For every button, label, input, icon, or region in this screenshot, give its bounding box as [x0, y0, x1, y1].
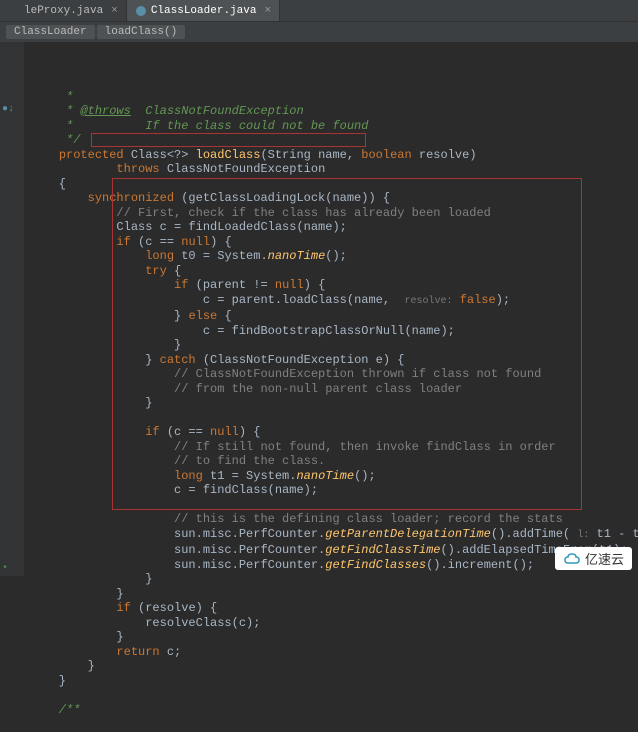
- implement-icon[interactable]: ●↓: [2, 104, 14, 115]
- crumb-class[interactable]: ClassLoader: [6, 25, 95, 39]
- gutter[interactable]: ●↓ •: [0, 42, 24, 576]
- editor-tabs: leProxy.java × ClassLoader.java ×: [0, 0, 638, 22]
- java-class-icon: [135, 5, 147, 17]
- highlight-box-1: [91, 133, 366, 147]
- breadcrumb: ClassLoader loadClass(): [0, 22, 638, 42]
- tab-label: leProxy.java: [24, 5, 103, 17]
- cloud-icon: [563, 552, 581, 566]
- tab-label: ClassLoader.java: [151, 5, 257, 17]
- editor-area: ●↓ • * * @throws ClassNotFoundException …: [0, 42, 638, 576]
- tab-leproxy[interactable]: leProxy.java ×: [0, 0, 127, 21]
- marker-icon: •: [2, 563, 8, 574]
- tab-classloader[interactable]: ClassLoader.java ×: [127, 0, 280, 21]
- java-file-icon: [8, 5, 20, 17]
- watermark: 亿速云: [555, 547, 632, 570]
- code-editor[interactable]: * * @throws ClassNotFoundException * If …: [24, 42, 638, 576]
- close-icon[interactable]: ×: [264, 5, 271, 17]
- crumb-method[interactable]: loadClass(): [97, 25, 186, 39]
- close-icon[interactable]: ×: [111, 5, 118, 17]
- watermark-text: 亿速云: [585, 549, 624, 568]
